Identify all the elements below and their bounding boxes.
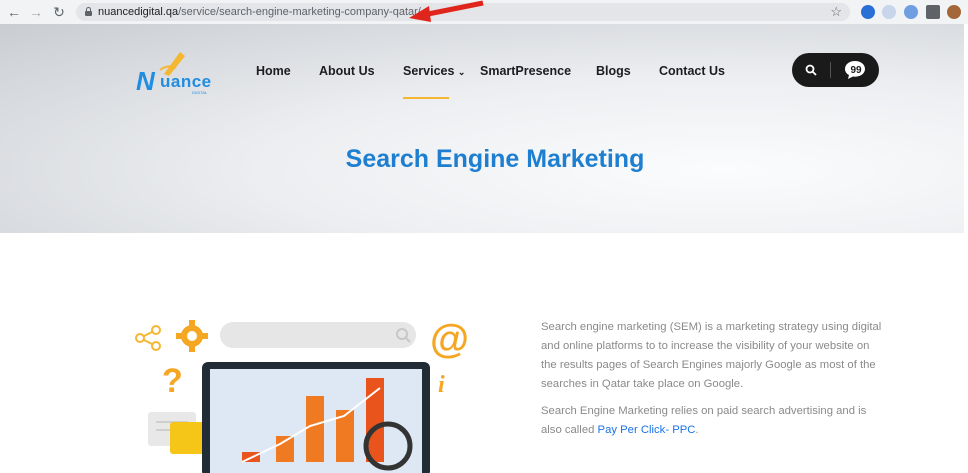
search-icon[interactable] — [805, 64, 817, 76]
divider — [830, 62, 831, 78]
description-para-2-text: Search Engine Marketing relies on paid s… — [541, 405, 867, 436]
ppc-link[interactable]: Pay Per Click- PPC — [598, 424, 696, 436]
logo-text: uance — [160, 72, 212, 91]
nav-contact-us[interactable]: Contact Us — [659, 64, 725, 78]
annotation-arrow — [409, 0, 484, 22]
nav-smartpresence[interactable]: SmartPresence — [480, 64, 571, 78]
avatar[interactable] — [947, 5, 961, 19]
sem-illustration: @ ? i — [135, 317, 469, 473]
nav-home[interactable]: Home — [256, 64, 291, 78]
nav-blogs[interactable]: Blogs — [596, 64, 631, 78]
lock-icon — [85, 7, 92, 16]
url-domain: nuancedigital.qa — [98, 6, 179, 18]
info-icon: i — [438, 372, 445, 398]
bookmark-star-icon[interactable]: ☆ — [830, 4, 842, 20]
svg-text:99: 99 — [851, 65, 863, 76]
chat-icon[interactable]: 99 — [844, 60, 866, 80]
puzzle-icon[interactable] — [926, 5, 940, 19]
url-text: nuancedigital.qa/service/search-engine-m… — [98, 5, 421, 19]
chevron-down-icon: ⌄ — [457, 67, 466, 77]
at-icon: @ — [430, 317, 469, 361]
nav-services-label: Services — [403, 64, 455, 78]
nav-about-us[interactable]: About Us — [319, 64, 375, 78]
header-actions: 99 — [792, 53, 879, 87]
logo-letter: N — [136, 66, 155, 96]
forward-icon[interactable]: → — [28, 4, 44, 20]
logo-tagline: DIGITAL — [192, 90, 208, 95]
page-title: Search Engine Marketing — [345, 145, 645, 173]
extension-icon[interactable] — [904, 5, 918, 19]
question-icon: ? — [162, 362, 183, 400]
description-para-2: Search Engine Marketing relies on paid s… — [541, 402, 886, 440]
description: Search engine marketing (SEM) is a marke… — [541, 318, 886, 448]
search-bar-graphic — [220, 322, 416, 348]
active-nav-indicator — [403, 97, 449, 99]
reload-icon[interactable]: ↻ — [51, 4, 67, 20]
description-para-2-end: . — [695, 424, 699, 436]
gear-icon — [176, 320, 208, 352]
description-para-1: Search engine marketing (SEM) is a marke… — [541, 321, 882, 390]
nav-services[interactable]: Services ⌄ — [403, 64, 465, 78]
logo[interactable]: N uance DIGITAL — [134, 50, 218, 96]
share-icon — [135, 325, 161, 351]
back-icon[interactable]: ← — [6, 4, 22, 20]
extension-icon[interactable] — [861, 5, 875, 19]
url-path: /service/search-engine-marketing-company… — [178, 6, 421, 18]
extension-icon[interactable] — [882, 5, 896, 19]
